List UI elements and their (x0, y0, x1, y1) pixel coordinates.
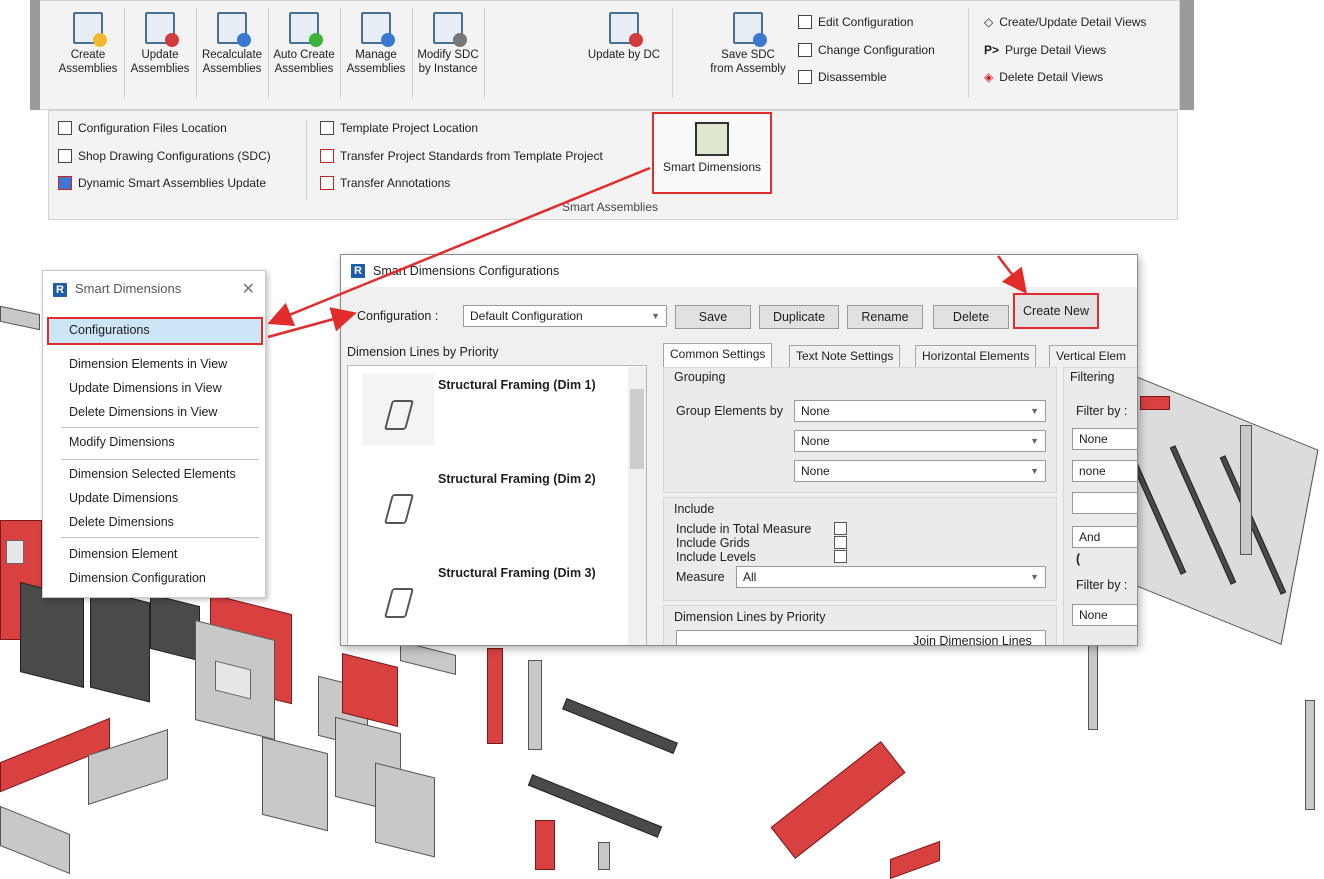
annotation-arrows (267, 166, 1028, 339)
arrow-to-create-new (997, 255, 1028, 294)
arrow-to-configurations (267, 166, 651, 327)
